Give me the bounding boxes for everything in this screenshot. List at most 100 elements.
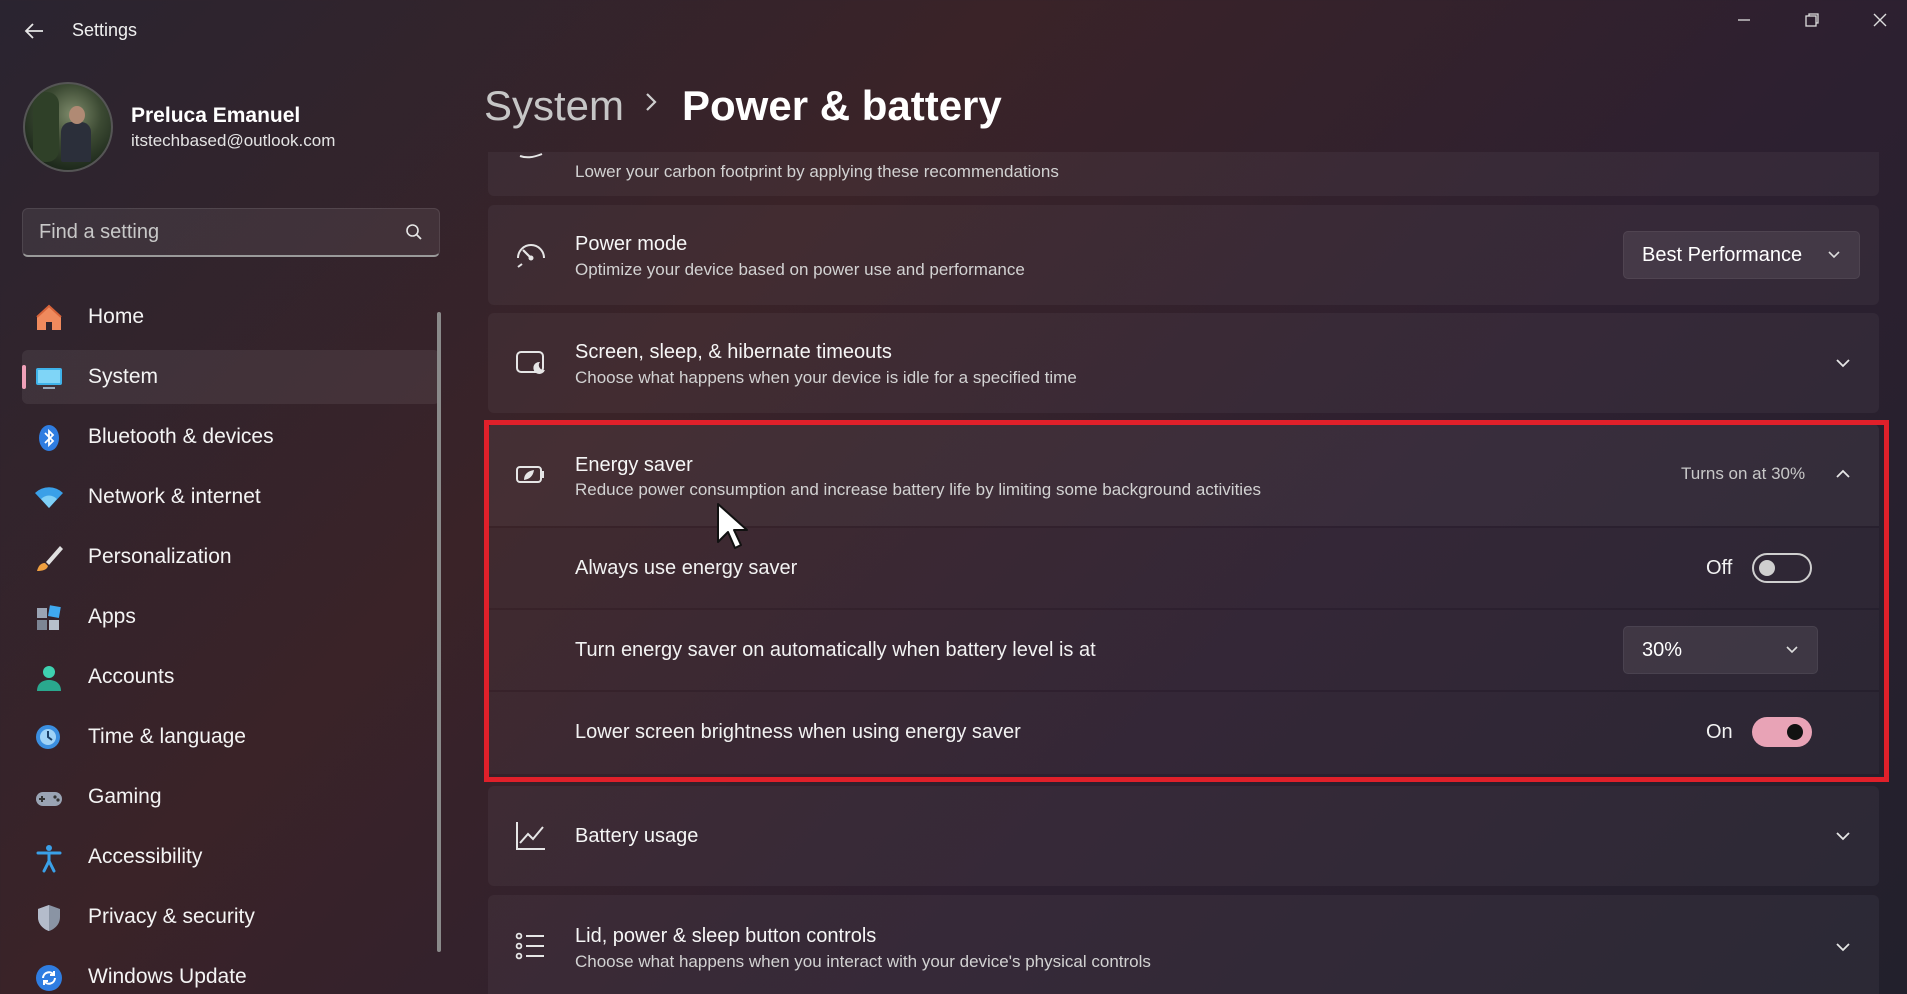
toggle-state-text: On [1706,721,1733,743]
sidebar-item-label: Personalization [88,545,232,568]
minimize-icon [1738,19,1750,21]
home-icon [36,304,62,330]
app-title: Settings [72,20,138,40]
accessibility-icon [36,845,62,873]
sidebar-item-label: Accounts [88,665,175,688]
sidebar-item-label: Apps [88,605,136,628]
toggle-state-text: Off [1706,557,1733,579]
sidebar-item-personalization[interactable]: Personalization [22,530,440,584]
sidebar-item-network[interactable]: Network & internet [22,470,440,524]
apps-icon [37,605,61,630]
sidebar-item-bluetooth[interactable]: Bluetooth & devices [22,410,440,464]
chevron-down-icon [1828,251,1840,259]
chevron-down-icon[interactable] [1832,936,1854,958]
row-always-energy-saver: Always use energy saver Off [488,528,1879,608]
avatar[interactable] [23,82,113,172]
sidebar-item-home[interactable]: Home [22,290,440,344]
restore-button[interactable] [1778,0,1846,40]
card-battery-usage[interactable]: Battery usage [488,786,1879,886]
sidebar-item-label: Privacy & security [88,905,255,928]
card-desc: Reduce power consumption and increase ba… [575,480,1262,499]
search-box[interactable] [22,208,440,257]
sidebar-item-accounts[interactable]: Accounts [22,650,440,704]
sidebar-item-apps[interactable]: Apps [22,590,440,644]
search-input[interactable] [39,209,399,255]
close-button[interactable] [1846,0,1907,40]
wifi-icon [35,487,63,508]
energy-saver-status: Turns on at 30% [1681,464,1806,483]
sidebar-item-accessibility[interactable]: Accessibility [22,830,440,884]
close-icon [1873,13,1887,27]
breadcrumb-root[interactable]: System [484,82,624,130]
gamepad-icon [36,792,62,806]
sidebar-item-time-language[interactable]: Time & language [22,710,440,764]
sidebar-item-label: Windows Update [88,965,247,988]
page-title: Power & battery [682,82,1002,129]
sidebar-item-label: Home [88,305,145,328]
card-lid-controls[interactable]: Lid, power & sleep button controls Choos… [488,895,1879,994]
sidebar-item-label: Accessibility [88,845,203,868]
power-mode-icon [517,244,545,268]
dropdown-value: 30% [1642,638,1683,661]
screen-sleep-icon [516,351,545,374]
sidebar-item-gaming[interactable]: Gaming [22,770,440,824]
chevron-up-icon[interactable] [1832,463,1854,485]
card-desc: Optimize your device based on power use … [575,260,1025,279]
leaf-icon [519,153,543,159]
update-icon [36,965,62,991]
sidebar-item-label: Network & internet [88,485,261,508]
always-energy-saver-toggle[interactable] [1752,553,1812,583]
lower-brightness-toggle[interactable] [1752,717,1812,747]
row-lower-brightness: Lower screen brightness when using energ… [488,692,1879,774]
list-settings-icon [515,932,544,960]
card-desc: Choose what happens when your device is … [575,368,1077,387]
dropdown-value: Best Performance [1642,243,1803,266]
sidebar-item-system[interactable]: System [22,350,440,404]
shield-icon [38,905,60,931]
bluetooth-icon [39,425,59,451]
mouse-cursor-icon [717,503,748,549]
row-auto-energy-saver: Turn energy saver on automatically when … [488,610,1879,690]
chevron-right-icon [646,93,657,111]
back-arrow-icon [24,23,43,39]
card-energy-saver[interactable]: Energy saver Reduce power consumption an… [488,424,1879,526]
sidebar-nav: Home System Bluetooth & devices Network … [22,290,440,994]
card-timeouts[interactable]: Screen, sleep, & hibernate timeouts Choo… [488,313,1879,413]
sidebar-item-privacy[interactable]: Privacy & security [22,890,440,944]
sidebar-scrollbar[interactable] [437,312,441,952]
sidebar-item-label: System [88,365,159,388]
battery-level-dropdown[interactable]: 30% [1623,626,1818,674]
energy-saver-icon [516,466,544,483]
chevron-down-icon [1786,646,1798,654]
card-title: Energy saver [575,454,693,476]
card-desc: Choose what happens when you interact wi… [575,952,1151,971]
power-mode-dropdown[interactable]: Best Performance [1623,231,1860,279]
user-email: itstechbased@outlook.com [131,131,336,150]
minimize-button[interactable] [1710,0,1778,40]
sidebar-item-label: Bluetooth & devices [88,425,274,448]
card-title: Battery usage [575,825,699,847]
sidebar-item-label: Gaming [88,785,162,808]
system-icon [36,368,62,389]
row-label: Always use energy saver [575,557,798,579]
sidebar-item-windows-update[interactable]: Windows Update [22,950,440,994]
sidebar-item-label: Time & language [88,725,246,748]
card-desc: Lower your carbon footprint by applying … [575,162,1059,181]
card-recommendations[interactable]: Lower your carbon footprint by applying … [488,152,1879,196]
card-power-mode: Power mode Optimize your device based on… [488,205,1879,305]
account-icon [37,666,61,691]
card-title: Lid, power & sleep button controls [575,925,877,947]
chevron-down-icon[interactable] [1832,825,1854,847]
chevron-down-icon[interactable] [1832,352,1854,374]
globe-clock-icon [36,725,60,749]
card-title: Power mode [575,233,688,255]
card-title: Screen, sleep, & hibernate timeouts [575,341,892,363]
brush-icon [37,546,63,571]
restore-icon [1805,13,1819,27]
row-label: Lower screen brightness when using energ… [575,721,1021,743]
chart-line-icon [516,822,545,850]
back-button[interactable] [14,14,54,48]
search-icon[interactable] [405,223,423,241]
title-bar: Settings [0,0,1907,62]
user-name: Preluca Emanuel [131,104,301,127]
